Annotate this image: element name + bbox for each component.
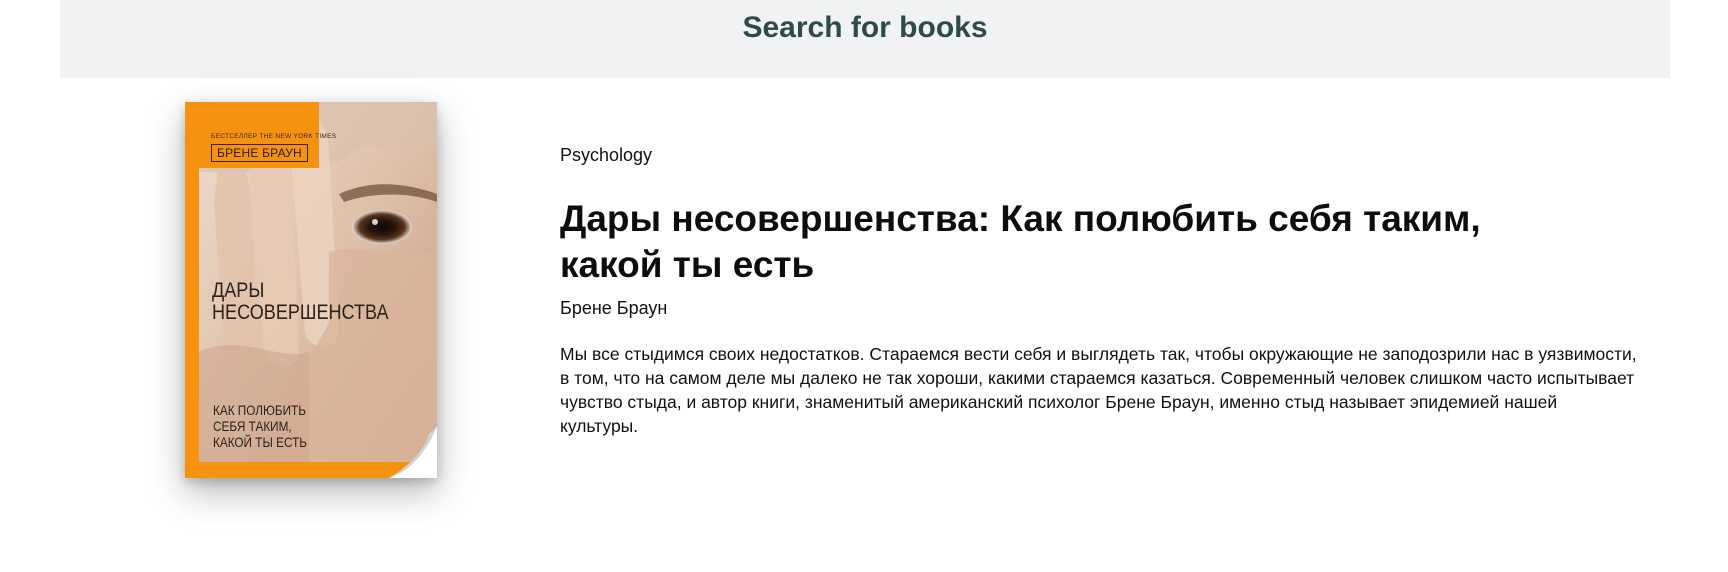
book-cover-image: БЕСТСЕЛЛЕР THE NEW YORK TIMES БРЕНЕ БРАУ… xyxy=(185,102,437,478)
cover-title: ДАРЫ НЕСОВЕРШЕНСТВА xyxy=(212,280,389,324)
cover-subtitle-line: КАК ПОЛЮБИТЬ xyxy=(213,402,306,418)
cover-title-line: НЕСОВЕРШЕНСТВА xyxy=(212,301,389,324)
book-category: Psychology xyxy=(560,145,653,165)
cover-title-line: ДАРЫ xyxy=(212,279,265,302)
cover-author-text: БРЕНЕ БРАУН xyxy=(211,144,308,162)
book-description: Мы все стыдимся своих недостатков. Стара… xyxy=(560,344,1637,436)
cover-series-text: БЕСТСЕЛЛЕР THE NEW YORK TIMES xyxy=(211,133,337,140)
book-title: Дары несовершенства: Как полюбить себя т… xyxy=(560,198,1481,285)
page-curl-icon xyxy=(389,426,437,478)
cover-subtitle: КАК ПОЛЮБИТЬ СЕБЯ ТАКИМ, КАКОЙ ТЫ ЕСТЬ xyxy=(213,402,307,450)
page: Search for books БЕСТСЕЛЛЕР THE NEW YORK… xyxy=(0,0,1728,572)
search-for-books-link[interactable]: Search for books xyxy=(60,11,1670,45)
header-bar: Search for books xyxy=(60,0,1670,78)
cover-subtitle-line: КАКОЙ ТЫ ЕСТЬ xyxy=(213,434,307,450)
cover-subtitle-line: СЕБЯ ТАКИМ, xyxy=(213,418,292,434)
book-author: Брене Браун xyxy=(560,298,668,318)
